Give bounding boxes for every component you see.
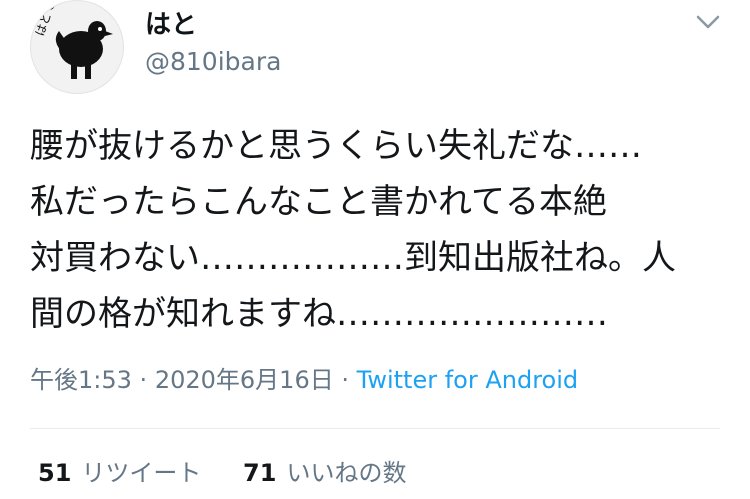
tweet-text: 腰が抜けるかと思うくらい失礼だな…… 私だったらこんなこと書かれてる本絶 対買わ… [30, 126, 676, 334]
tweet-meta: 午後1:53 · 2020年6月16日 · Twitter for Androi… [30, 364, 578, 396]
tweet-time: 午後1:53 [30, 366, 132, 394]
tweet-date: 2020年6月16日 [154, 366, 334, 394]
avatar-image: はとです [33, 1, 113, 79]
tweet-stats: 51 リツイート 71 いいねの数 [38, 456, 440, 490]
avatar[interactable]: はとです [30, 0, 124, 94]
likes-label: いいねの数 [286, 459, 407, 487]
user-handle[interactable]: @810ibara [145, 46, 281, 78]
likes-count: 71 [243, 459, 277, 487]
likes-stat[interactable]: 71 いいねの数 [243, 456, 406, 490]
retweets-label: リツイート [81, 459, 202, 487]
retweets-count: 51 [38, 459, 72, 487]
chevron-down-icon [696, 15, 720, 29]
meta-separator: · [139, 366, 148, 394]
tweet-source-link[interactable]: Twitter for Android [357, 366, 578, 394]
retweets-stat[interactable]: 51 リツイート [38, 456, 201, 490]
tweet-menu-button[interactable] [690, 6, 726, 36]
avatar-lettering: はとです [33, 1, 62, 38]
display-name[interactable]: はと [145, 8, 197, 42]
divider [30, 428, 720, 429]
meta-separator: · [341, 366, 349, 394]
